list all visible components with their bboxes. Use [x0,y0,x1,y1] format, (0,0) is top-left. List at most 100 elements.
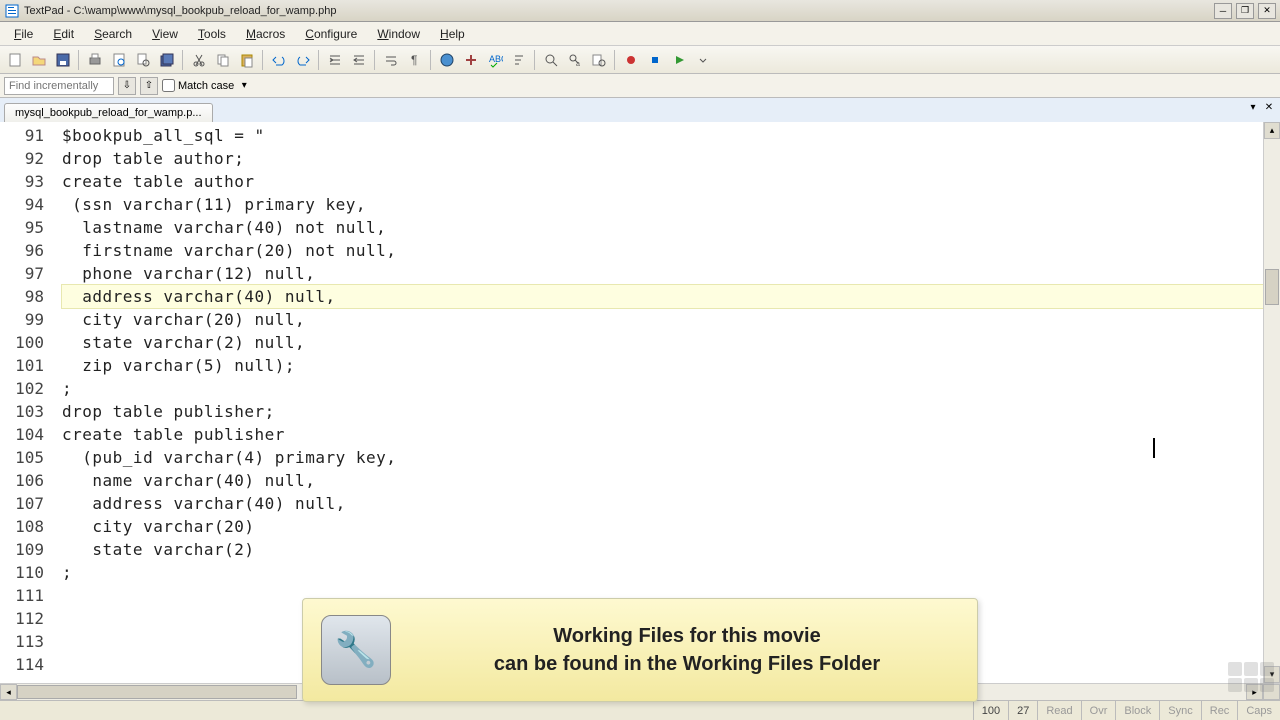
code-line[interactable]: state varchar(2) [62,538,1263,561]
record-macro-icon[interactable] [620,49,642,71]
menu-window[interactable]: Window [369,24,428,44]
find-options-dropdown[interactable]: ▾ [238,77,250,95]
menu-file[interactable]: File [6,24,41,44]
code-line[interactable]: state varchar(2) null, [62,331,1263,354]
status-block: Block [1115,701,1159,720]
save-icon[interactable] [52,49,74,71]
line-number: 113 [0,630,50,653]
status-caps: Caps [1237,701,1280,720]
menu-help[interactable]: Help [432,24,473,44]
line-number: 101 [0,354,50,377]
code-line[interactable]: (ssn varchar(11) primary key, [62,193,1263,216]
find-next-button[interactable]: ⇩ [118,77,136,95]
tabbar: mysql_bookpub_reload_for_wamp.p... ▾ ✕ [0,98,1280,122]
copy-icon[interactable] [212,49,234,71]
tab-active[interactable]: mysql_bookpub_reload_for_wamp.p... [4,103,213,122]
outdent-icon[interactable] [348,49,370,71]
stop-macro-icon[interactable] [644,49,666,71]
keypad-overlay-icon [1228,662,1278,698]
replace-icon[interactable]: a [564,49,586,71]
show-para-icon[interactable]: ¶ [404,49,426,71]
menu-configure[interactable]: Configure [297,24,365,44]
line-number: 103 [0,400,50,423]
minimize-button[interactable]: ─ [1214,3,1232,19]
find-in-files-icon[interactable] [588,49,610,71]
code-line[interactable]: name varchar(40) null, [62,469,1263,492]
code-line[interactable]: city varchar(20) [62,515,1263,538]
svg-text:a: a [576,61,580,68]
find-file-icon[interactable] [132,49,154,71]
spell-icon[interactable]: ABC [484,49,506,71]
find-prev-button[interactable]: ⇧ [140,77,158,95]
code-line[interactable]: (pub_id varchar(4) primary key, [62,446,1263,469]
find-input[interactable] [4,77,114,95]
code-line[interactable]: firstname varchar(20) not null, [62,239,1263,262]
code-line[interactable]: create table author [62,170,1263,193]
find-icon[interactable] [540,49,562,71]
status-sync: Sync [1159,701,1200,720]
vertical-scrollbar[interactable]: ▴ ▾ [1263,122,1280,683]
menu-macros[interactable]: Macros [238,24,293,44]
indent-icon[interactable] [324,49,346,71]
redo-icon[interactable] [292,49,314,71]
menu-search[interactable]: Search [86,24,140,44]
menu-view[interactable]: View [144,24,186,44]
code-line[interactable]: create table publisher [62,423,1263,446]
menubar: File Edit Search View Tools Macros Confi… [0,22,1280,46]
maximize-button[interactable]: ❐ [1236,3,1254,19]
code-line[interactable]: ; [62,377,1263,400]
tabbar-dropdown-icon[interactable]: ▾ [1246,100,1260,114]
close-button[interactable]: ✕ [1258,3,1276,19]
line-number: 107 [0,492,50,515]
line-number: 102 [0,377,50,400]
code-line[interactable]: zip varchar(5) null); [62,354,1263,377]
print-preview-icon[interactable] [108,49,130,71]
findbar: ⇩ ⇧ Match case ▾ [0,74,1280,98]
line-number: 97 [0,262,50,285]
code-line[interactable]: drop table publisher; [62,400,1263,423]
tabbar-close-icon[interactable]: ✕ [1262,100,1276,114]
dropdown-icon[interactable] [692,49,714,71]
line-number: 108 [0,515,50,538]
menu-edit[interactable]: Edit [45,24,82,44]
code-line[interactable]: phone varchar(12) null, [62,262,1263,285]
statusbar: 100 27 Read Ovr Block Sync Rec Caps [0,700,1280,720]
paste-icon[interactable] [236,49,258,71]
save-all-icon[interactable] [156,49,178,71]
line-number: 112 [0,607,50,630]
code-line[interactable]: address varchar(40) null, [62,285,1263,308]
menu-tools[interactable]: Tools [190,24,234,44]
code-line[interactable]: $bookpub_all_sql = " [62,124,1263,147]
new-file-icon[interactable] [4,49,26,71]
code-line[interactable]: address varchar(40) null, [62,492,1263,515]
line-number: 111 [0,584,50,607]
line-number: 114 [0,653,50,676]
play-macro-icon[interactable] [668,49,690,71]
code-line[interactable]: drop table author; [62,147,1263,170]
cut-icon[interactable] [188,49,210,71]
line-number: 100 [0,331,50,354]
wordwrap-icon[interactable] [380,49,402,71]
code-line[interactable]: lastname varchar(40) not null, [62,216,1263,239]
line-number: 92 [0,147,50,170]
line-number-gutter: 9192939495969798991001011021031041051061… [0,122,50,683]
app-icon [4,3,20,19]
scroll-up-icon[interactable]: ▴ [1264,122,1280,139]
hscroll-thumb[interactable] [17,685,297,699]
match-case-checkbox[interactable]: Match case [162,79,234,92]
web-icon[interactable] [436,49,458,71]
status-line: 100 [973,701,1008,720]
line-number: 105 [0,446,50,469]
line-number: 91 [0,124,50,147]
vscroll-thumb[interactable] [1265,269,1279,305]
code-line[interactable]: ; [62,561,1263,584]
print-icon[interactable] [84,49,106,71]
open-file-icon[interactable] [28,49,50,71]
undo-icon[interactable] [268,49,290,71]
wrench-icon: 🔧 [321,615,391,685]
scroll-left-icon[interactable]: ◂ [0,684,17,700]
line-number: 110 [0,561,50,584]
compile-icon[interactable] [460,49,482,71]
code-line[interactable]: city varchar(20) null, [62,308,1263,331]
sort-icon[interactable] [508,49,530,71]
